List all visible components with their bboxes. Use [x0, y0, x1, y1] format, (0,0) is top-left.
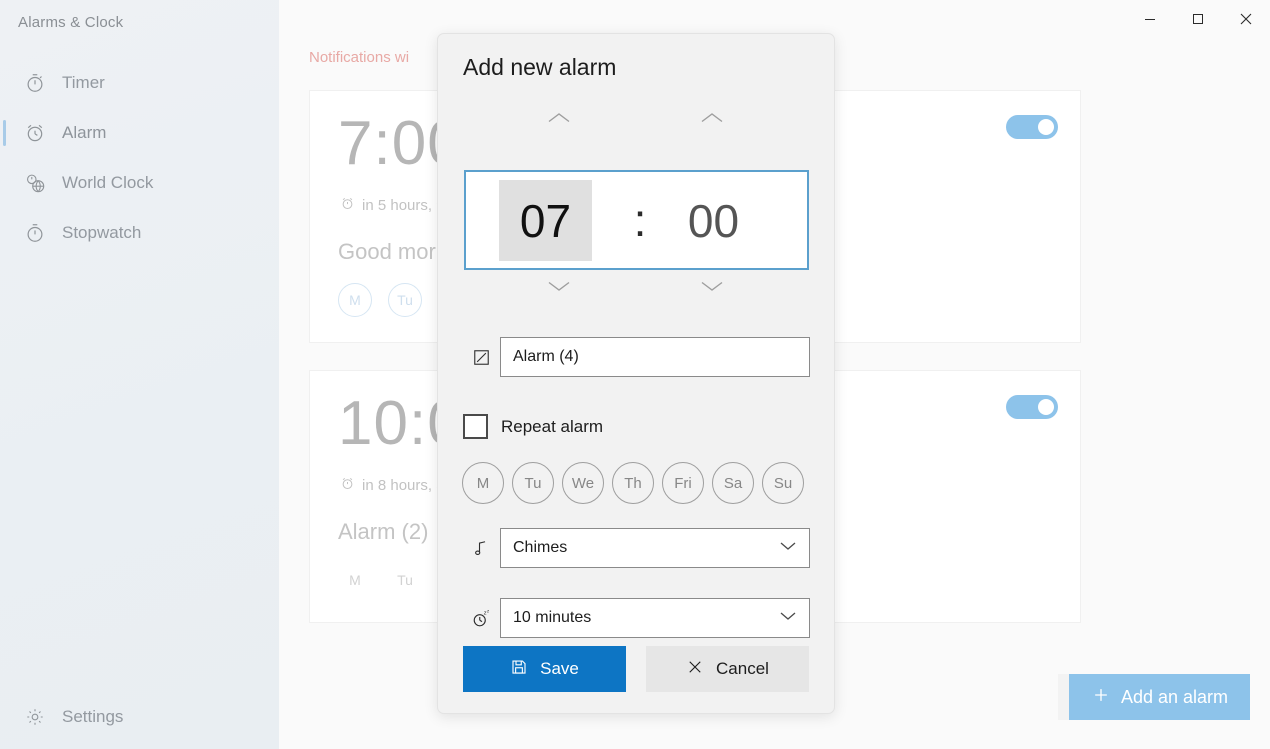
snooze-clock-icon: z z: [462, 608, 500, 629]
selection-indicator: [3, 120, 6, 146]
sidebar: Alarms & Clock Timer Alarm World Clock S…: [0, 0, 279, 749]
repeat-days-selector: M Tu We Th Fri Sa Su: [462, 462, 804, 504]
dialog-title: Add new alarm: [463, 54, 617, 80]
stopwatch-icon: [20, 218, 50, 248]
window-controls: [1126, 0, 1270, 38]
repeat-day-sa[interactable]: Sa: [712, 462, 754, 504]
sidebar-item-alarm[interactable]: Alarm: [0, 108, 279, 158]
snooze-row: z z 10 minutes: [462, 598, 812, 638]
sound-row: Chimes: [462, 528, 812, 568]
snooze-dropdown[interactable]: 10 minutes: [500, 598, 810, 638]
maximize-button[interactable]: [1174, 0, 1222, 38]
alarm-enable-toggle[interactable]: [1006, 395, 1058, 419]
gear-icon: [20, 702, 50, 732]
alarms-and-clock-window: Alarms & Clock Timer Alarm World Clock S…: [0, 0, 1270, 749]
repeat-day-tu[interactable]: Tu: [512, 462, 554, 504]
sidebar-item-world-clock[interactable]: World Clock: [0, 158, 279, 208]
alarm-clock-icon: [20, 118, 50, 148]
chevron-up-icon-minutes[interactable]: [685, 104, 739, 132]
toggle-knob: [1038, 399, 1054, 415]
svg-text:z: z: [487, 608, 489, 613]
minimize-button[interactable]: [1126, 0, 1174, 38]
hours-segment[interactable]: 07: [499, 180, 592, 261]
repeat-day-fri[interactable]: Fri: [662, 462, 704, 504]
chevron-down-icon: [779, 539, 797, 557]
day-chip: Tu: [397, 572, 413, 588]
music-note-icon: [462, 539, 500, 558]
repeat-alarm-label: Repeat alarm: [501, 416, 604, 436]
sidebar-item-label: Timer: [62, 73, 105, 92]
edit-pencil-icon: [462, 348, 500, 367]
repeat-day-th[interactable]: Th: [612, 462, 654, 504]
alarm-name-input[interactable]: [500, 337, 810, 377]
chevron-down-icon-hours[interactable]: [532, 272, 586, 300]
repeat-alarm-checkbox[interactable]: [463, 414, 488, 439]
sidebar-nav: Timer Alarm World Clock Stopwatch: [0, 58, 279, 258]
add-an-alarm-label: Add an alarm: [1120, 686, 1228, 707]
sidebar-item-timer[interactable]: Timer: [0, 58, 279, 108]
add-new-alarm-dialog: Add new alarm 07 : 00 Alarm (4) Repeat a…: [437, 33, 835, 714]
alarm-bell-icon: [340, 196, 355, 215]
time-spinner-down-row: [464, 272, 810, 302]
chevron-down-icon-minutes[interactable]: [685, 272, 739, 300]
sidebar-item-label: Alarm: [62, 123, 107, 142]
snooze-value: 10 minutes: [513, 609, 592, 626]
repeat-alarm-row[interactable]: Repeat alarm: [463, 414, 603, 439]
repeat-day-su[interactable]: Su: [762, 462, 804, 504]
alarm-name-row: [462, 337, 812, 377]
chevron-down-icon: [779, 609, 797, 627]
sidebar-item-label: World Clock: [62, 173, 154, 192]
cancel-button-label: Cancel: [716, 659, 769, 678]
day-chip: M: [338, 283, 372, 317]
sound-value: Chimes: [513, 539, 568, 556]
add-an-alarm-button[interactable]: Add an alarm: [1068, 674, 1250, 720]
repeat-day-m[interactable]: M: [462, 462, 504, 504]
alarm-card-name: Alarm (2): [338, 519, 429, 544]
app-title: Alarms & Clock: [18, 14, 124, 31]
save-button-label: Save: [540, 659, 579, 678]
day-chip: Tu: [388, 283, 422, 317]
close-x-icon: [686, 658, 704, 681]
chevron-up-icon-hours[interactable]: [532, 104, 586, 132]
alarm-enable-toggle[interactable]: [1006, 115, 1058, 139]
save-disk-icon: [510, 658, 528, 681]
sidebar-item-label: Settings: [62, 707, 124, 726]
sound-dropdown[interactable]: Chimes: [500, 528, 810, 568]
timer-icon: [20, 68, 50, 98]
plus-icon: [1091, 685, 1111, 710]
cancel-button[interactable]: Cancel: [646, 646, 809, 692]
minutes-segment[interactable]: 00: [667, 180, 760, 261]
time-separator: :: [633, 194, 647, 246]
dialog-actions: Save Cancel: [463, 646, 809, 692]
time-spinner-up-row: [464, 104, 810, 134]
toggle-knob: [1038, 119, 1054, 135]
sidebar-item-label: Stopwatch: [62, 223, 142, 242]
close-button[interactable]: [1222, 0, 1270, 38]
time-picker[interactable]: 07 : 00: [464, 170, 809, 270]
alarm-bell-icon: [340, 476, 355, 495]
repeat-day-we[interactable]: We: [562, 462, 604, 504]
sidebar-item-settings[interactable]: Settings: [0, 693, 279, 741]
globe-clock-icon: [20, 168, 50, 198]
day-chip: M: [349, 572, 361, 588]
notifications-warning: Notifications wi: [309, 49, 410, 66]
sidebar-item-stopwatch[interactable]: Stopwatch: [0, 208, 279, 258]
save-button[interactable]: Save: [463, 646, 626, 692]
